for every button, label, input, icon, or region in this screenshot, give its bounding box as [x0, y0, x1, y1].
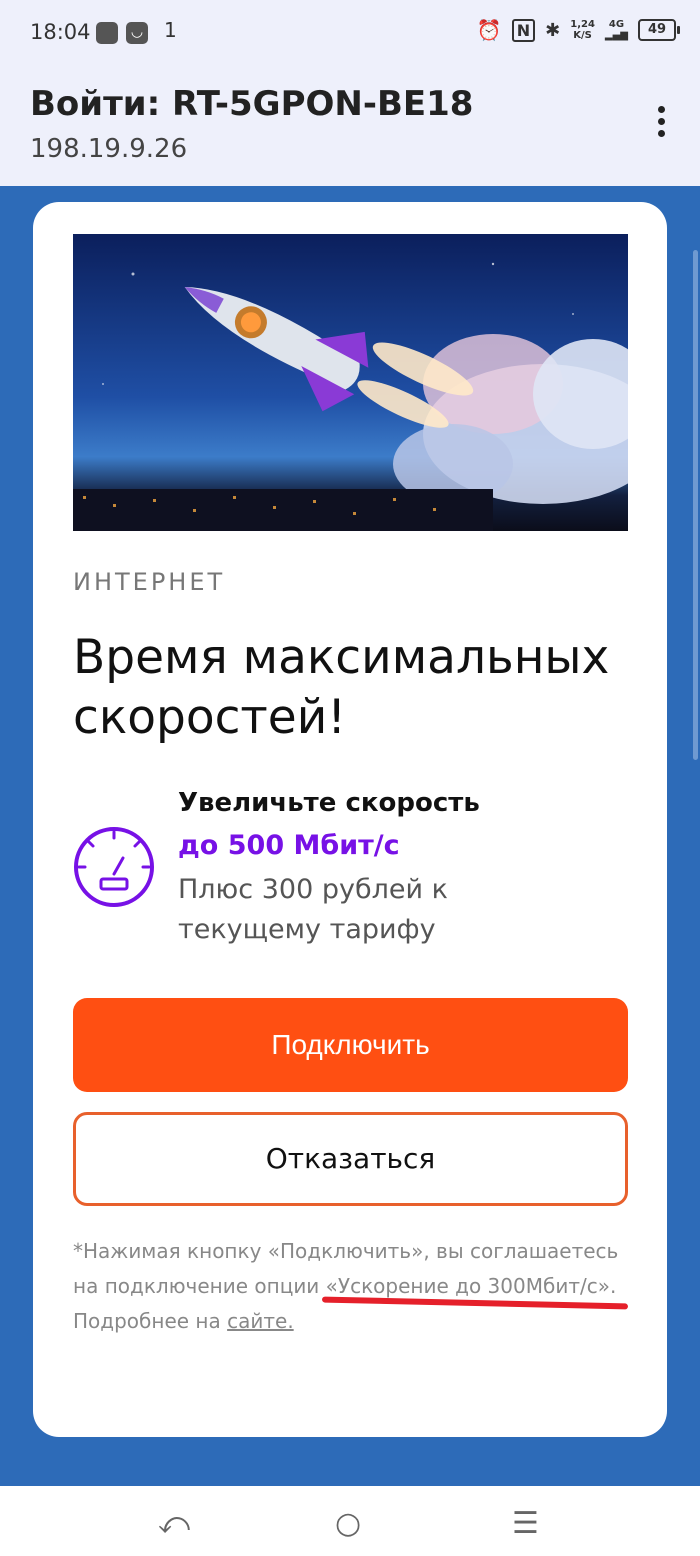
- nfc-icon: N: [511, 18, 536, 42]
- alarm-icon: ⏰: [476, 18, 502, 42]
- status-icons: ⏰ N ✱ 1,24 K/S 4G ▂▄▆ 49: [476, 18, 680, 42]
- decline-button[interactable]: Отказаться: [73, 1112, 628, 1206]
- disclaimer-text: *Нажимая кнопку «Подключить», вы соглаша…: [73, 1239, 619, 1333]
- shopping-bag-icon: ◡: [126, 22, 148, 44]
- back-icon[interactable]: ⤺: [158, 1506, 190, 1541]
- speedometer-icon: [74, 827, 154, 907]
- notification-count: 1: [164, 18, 177, 42]
- home-icon[interactable]: ○: [335, 1506, 361, 1541]
- bluetooth-icon: ✱: [545, 19, 561, 41]
- page-title: Войти: RT-5GPON-BE18: [30, 84, 474, 124]
- status-bar: 18:04 ◡ 1 ⏰ N ✱ 1,24 K/S 4G ▂▄▆ 49: [0, 0, 700, 66]
- signal-icon: 4G ▂▄▆: [604, 19, 628, 41]
- network-speed: 1,24 K/S: [570, 19, 595, 41]
- rocket-hero-image: [73, 234, 628, 531]
- feature-title: Увеличьте скорость: [178, 788, 480, 818]
- category-label: ИНТЕРНЕТ: [73, 568, 226, 596]
- app-notification-icon: [96, 22, 118, 44]
- scrollbar[interactable]: [693, 250, 698, 760]
- system-nav-bar: ⤺ ○ ☰: [0, 1480, 700, 1556]
- overflow-menu-icon[interactable]: [652, 106, 670, 142]
- promo-card: ИНТЕРНЕТ Время максимальных скоростей! У…: [33, 202, 667, 1437]
- promo-headline: Время максимальных скоростей!: [73, 630, 610, 745]
- app-bar: Войти: RT-5GPON-BE18 198.19.9.26: [0, 66, 700, 186]
- feature-description: Плюс 300 рублей к текущему тарифу: [178, 874, 448, 945]
- recents-menu-icon[interactable]: ☰: [512, 1506, 539, 1541]
- site-link[interactable]: сайте.: [227, 1309, 294, 1333]
- rocket-illustration: [73, 262, 628, 531]
- disclaimer: *Нажимая кнопку «Подключить», вы соглаша…: [73, 1234, 633, 1339]
- page-url: 198.19.9.26: [30, 134, 188, 164]
- battery-icon: 49: [638, 19, 680, 41]
- feature-speed: до 500 Мбит/с: [178, 830, 400, 861]
- status-time: 18:04: [30, 20, 91, 44]
- connect-button[interactable]: Подключить: [73, 998, 628, 1092]
